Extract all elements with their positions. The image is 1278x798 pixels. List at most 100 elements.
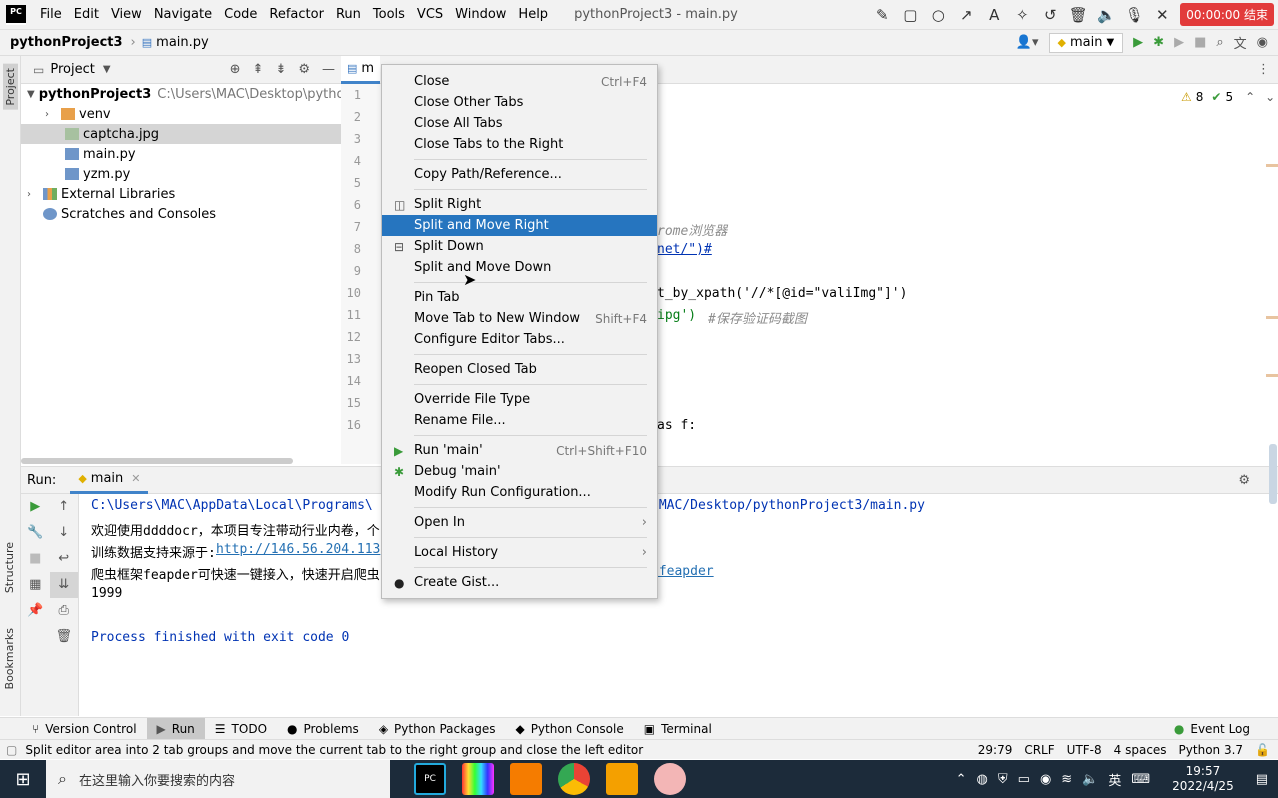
trash-icon[interactable]: 🗑 xyxy=(1064,6,1092,24)
locate-icon[interactable]: ⊕ xyxy=(230,62,241,77)
wrench-icon[interactable]: 🔧 xyxy=(21,520,50,546)
inspection-widget[interactable]: ⚠ 8 ✔ 5 ⌃ ⌄ xyxy=(1181,90,1275,104)
caret-position[interactable]: 29:79 xyxy=(978,743,1013,757)
menu-item-copy-path[interactable]: Copy Path/Reference... xyxy=(382,164,657,185)
rectangle-icon[interactable]: ▢ xyxy=(896,6,924,24)
menu-item-close-other-tabs[interactable]: Close Other Tabs xyxy=(382,92,657,113)
close-icon[interactable]: ✕ xyxy=(131,472,140,485)
tree-item-main-py[interactable]: main.py xyxy=(21,144,341,164)
menu-item-local-history[interactable]: Local History › xyxy=(382,542,657,563)
shield-icon[interactable]: ⛨ xyxy=(998,772,1008,787)
soft-wrap-icon[interactable]: ↩ xyxy=(50,546,79,572)
pen-icon[interactable]: ✎ xyxy=(868,6,896,24)
run-console[interactable]: C:\Users\MAC\AppData\Local\Programs\ /MA… xyxy=(79,494,1278,716)
menu-window[interactable]: Window xyxy=(449,7,512,22)
print-icon[interactable]: ⎙ xyxy=(50,598,79,624)
console-link[interactable]: http://146.56.204.113 xyxy=(216,542,380,557)
minimize-icon[interactable]: — xyxy=(322,62,335,77)
structure-tool-tab[interactable]: Structure xyxy=(3,542,16,593)
line-separator[interactable]: CRLF xyxy=(1024,743,1054,757)
recorder-app-icon[interactable] xyxy=(510,763,542,795)
menu-view[interactable]: View xyxy=(105,7,148,22)
arrow-up-icon[interactable]: ↑ xyxy=(50,494,79,520)
chevron-down-icon[interactable]: ⌄ xyxy=(1265,90,1275,104)
wifi-icon[interactable]: ≋ xyxy=(1061,772,1072,787)
tree-item-project-root[interactable]: ▼ pythonProject3 C:\Users\MAC\Desktop\py… xyxy=(21,84,341,104)
vertical-scrollbar[interactable] xyxy=(1269,444,1277,504)
pin-icon[interactable]: 📌 xyxy=(21,598,50,624)
menu-item-split-down[interactable]: ⊟ Split Down xyxy=(382,236,657,257)
more-tabs-icon[interactable]: ⋮ xyxy=(1257,62,1270,77)
tool-problems[interactable]: ● Problems xyxy=(277,718,369,740)
menu-item-split-right[interactable]: ◫ Split Right xyxy=(382,194,657,215)
menu-item-open-in[interactable]: Open In › xyxy=(382,512,657,533)
scroll-to-end-icon[interactable]: ⇊ xyxy=(49,572,78,598)
file-encoding[interactable]: UTF-8 xyxy=(1067,743,1102,757)
sublime-app-icon[interactable] xyxy=(606,763,638,795)
tray-icon[interactable]: ◍ xyxy=(977,772,988,787)
tree-item-venv[interactable]: › venv xyxy=(21,104,341,124)
menu-item-pin-tab[interactable]: Pin Tab xyxy=(382,287,657,308)
run-icon[interactable]: ▶ xyxy=(1133,35,1143,50)
magic-wand-icon[interactable]: ✧ xyxy=(1008,6,1036,24)
menu-tools[interactable]: Tools xyxy=(367,7,411,22)
menu-item-close-tabs-right[interactable]: Close Tabs to the Right xyxy=(382,134,657,155)
undo-icon[interactable]: ↺ xyxy=(1036,6,1064,24)
collapse-all-icon[interactable]: ⇟ xyxy=(275,62,286,77)
menu-help[interactable]: Help xyxy=(512,7,554,22)
qq-app-icon[interactable] xyxy=(654,763,686,795)
speaker-icon[interactable]: 🔈 xyxy=(1092,6,1120,24)
ime-indicator[interactable]: 英 xyxy=(1108,770,1121,789)
editor-tab-main[interactable]: ▤ m xyxy=(341,55,381,84)
trash-icon[interactable]: 🗑 xyxy=(50,624,79,650)
menu-refactor[interactable]: Refactor xyxy=(263,7,330,22)
expand-all-icon[interactable]: ⇞ xyxy=(253,62,264,77)
tool-todo[interactable]: ☰ TODO xyxy=(205,718,277,740)
stop-icon[interactable]: ■ xyxy=(1194,35,1206,50)
menu-item-split-move-down[interactable]: Split and Move Down xyxy=(382,257,657,278)
menu-edit[interactable]: Edit xyxy=(68,7,105,22)
color-app-icon[interactable] xyxy=(462,763,494,795)
menu-item-create-gist[interactable]: ● Create Gist... xyxy=(382,572,657,593)
menu-item-configure-tabs[interactable]: Configure Editor Tabs... xyxy=(382,329,657,350)
arrow-down-icon[interactable]: ↓ xyxy=(50,520,79,546)
menu-run[interactable]: Run xyxy=(330,7,367,22)
pycharm-app-icon[interactable]: PC xyxy=(414,763,446,795)
coverage-icon[interactable]: ▶ xyxy=(1174,35,1184,50)
arrow-icon[interactable]: ↗ xyxy=(952,6,980,24)
layout-icon[interactable]: ▦ xyxy=(21,572,50,598)
menu-item-close[interactable]: Close Ctrl+F4 xyxy=(382,71,657,92)
chrome-app-icon[interactable] xyxy=(558,763,590,795)
windows-start-icon[interactable]: ⊞ xyxy=(0,769,46,790)
wechat-icon[interactable]: ◉ xyxy=(1040,772,1051,787)
tree-item-scratches[interactable]: Scratches and Consoles xyxy=(21,204,341,224)
gear-icon[interactable]: ⚙ xyxy=(1238,473,1250,488)
circle-icon[interactable]: ○ xyxy=(924,6,952,24)
search-icon[interactable]: ⌕ xyxy=(1216,35,1223,50)
tool-python-console[interactable]: ◆ Python Console xyxy=(505,718,633,740)
stop-icon[interactable]: ■ xyxy=(21,546,50,572)
chevron-right-icon[interactable]: › xyxy=(45,109,61,120)
notification-icon[interactable]: ▤ xyxy=(1256,772,1268,787)
taskbar-search[interactable]: ⌕ 在这里输入你要搜索的内容 xyxy=(46,760,390,798)
chevron-down-icon[interactable]: ▼ xyxy=(27,89,35,100)
tree-item-captcha[interactable]: captcha.jpg xyxy=(21,124,341,144)
menu-file[interactable]: File xyxy=(34,7,68,22)
close-icon[interactable]: ✕ xyxy=(1148,6,1176,24)
status-toggle-icon[interactable]: ▢ xyxy=(6,743,17,757)
tree-item-yzm-py[interactable]: yzm.py xyxy=(21,164,341,184)
python-interpreter[interactable]: Python 3.7 xyxy=(1179,743,1244,757)
menu-item-reopen-closed-tab[interactable]: Reopen Closed Tab xyxy=(382,359,657,380)
tool-event-log[interactable]: ● Event Log xyxy=(1164,718,1260,740)
menu-code[interactable]: Code xyxy=(218,7,263,22)
menu-vcs[interactable]: VCS xyxy=(411,7,449,22)
menu-item-rename-file[interactable]: Rename File... xyxy=(382,410,657,431)
project-panel-title[interactable]: Project xyxy=(50,62,94,77)
bookmarks-tool-tab[interactable]: Bookmarks xyxy=(3,628,16,689)
project-horizontal-scrollbar[interactable] xyxy=(21,458,293,464)
recording-stop-button[interactable]: 00:00:00 结束 xyxy=(1180,3,1274,26)
gear-icon[interactable]: ⚙ xyxy=(298,62,310,77)
chevron-down-icon[interactable]: ▼ xyxy=(103,64,111,75)
text-icon[interactable]: A xyxy=(980,6,1008,24)
tool-python-packages[interactable]: ◈ Python Packages xyxy=(369,718,506,740)
